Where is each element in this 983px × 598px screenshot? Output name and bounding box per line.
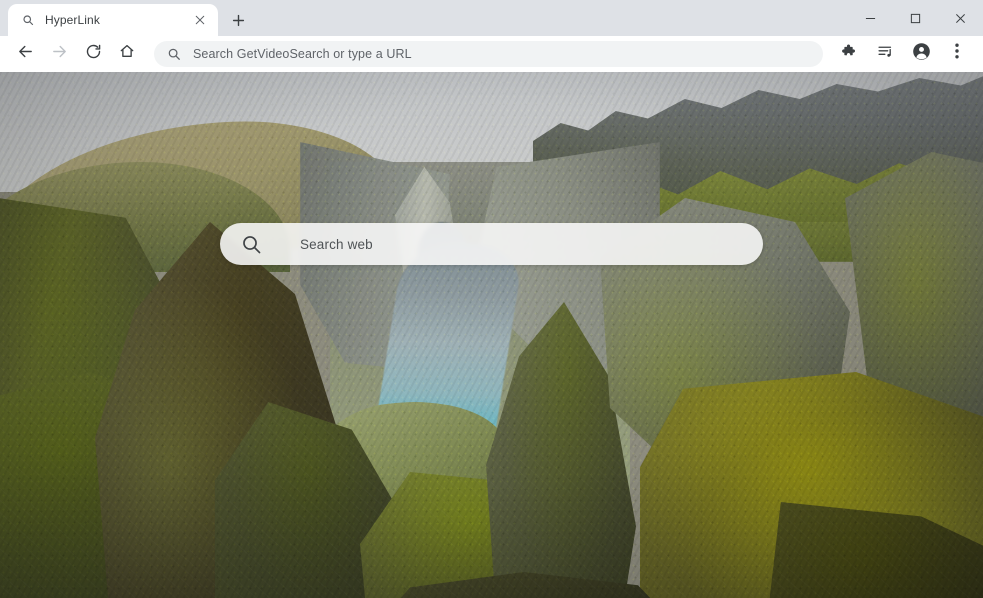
browser-window: HyperLink Search GetVideoSearch or type … — [0, 0, 983, 598]
home-icon — [119, 43, 135, 64]
background-photo — [0, 72, 983, 598]
reading-list-icon — [877, 43, 894, 65]
address-bar-placeholder: Search GetVideoSearch or type a URL — [193, 46, 412, 61]
search-input-placeholder: Search web — [300, 236, 373, 252]
home-button[interactable] — [113, 40, 141, 68]
new-tab-page: Search web — [0, 72, 983, 598]
toolbar-actions — [831, 40, 975, 68]
profile-button[interactable] — [907, 40, 935, 68]
browser-tab[interactable]: HyperLink — [8, 4, 218, 36]
tab-title: HyperLink — [45, 13, 100, 27]
puzzle-piece-icon — [841, 43, 858, 65]
arrow-left-icon — [17, 43, 34, 65]
maximize-icon[interactable] — [893, 0, 938, 36]
new-tab-button[interactable] — [224, 6, 252, 34]
search-icon — [240, 233, 262, 255]
address-bar[interactable]: Search GetVideoSearch or type a URL — [154, 40, 823, 67]
close-icon[interactable] — [938, 0, 983, 36]
reload-button[interactable] — [79, 40, 107, 68]
search-icon — [166, 46, 182, 62]
minimize-icon[interactable] — [848, 0, 893, 36]
browser-menu-button[interactable] — [943, 40, 971, 68]
browser-toolbar: Search GetVideoSearch or type a URL — [0, 36, 983, 72]
arrow-right-icon — [51, 43, 68, 65]
forward-button[interactable] — [45, 40, 73, 68]
search-input[interactable]: Search web — [220, 223, 763, 265]
extensions-button[interactable] — [835, 40, 863, 68]
back-button[interactable] — [11, 40, 39, 68]
reading-list-button[interactable] — [871, 40, 899, 68]
tab-strip: HyperLink — [0, 0, 983, 36]
window-controls — [848, 0, 983, 36]
three-dot-menu-icon — [955, 43, 959, 64]
reload-icon — [85, 43, 102, 65]
close-icon[interactable] — [190, 10, 210, 30]
avatar — [912, 42, 931, 66]
search-icon — [20, 12, 36, 28]
